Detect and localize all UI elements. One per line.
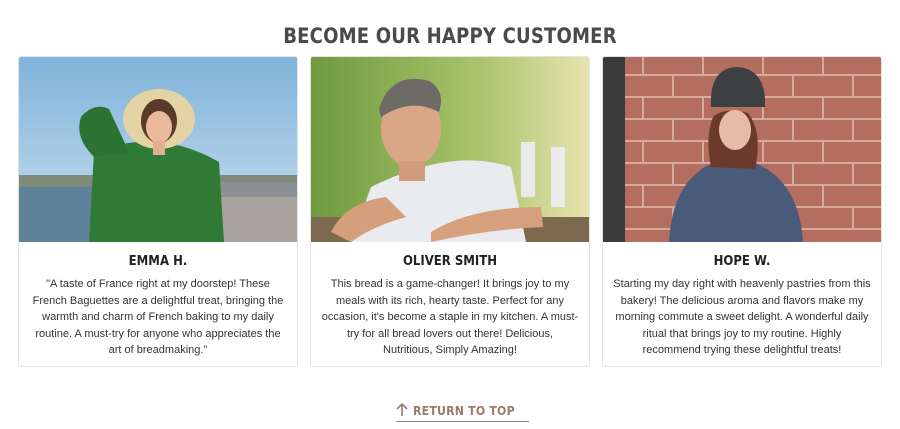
section-title: BECOME OUR HAPPY CUSTOMER <box>283 24 617 48</box>
woman-with-beanie-photo-icon <box>603 57 881 242</box>
testimonial-quote: This bread is a game-changer! It brings … <box>321 278 579 357</box>
customer-name: EMMA H. <box>128 254 188 269</box>
testimonial-card: HOPE W. Starting my day right with heave… <box>602 56 882 367</box>
return-to-top-label: RETURN TO TOP <box>413 402 515 418</box>
smiling-man-photo-icon <box>311 57 589 242</box>
customer-photo <box>311 57 589 242</box>
return-to-top-link[interactable]: RETURN TO TOP <box>396 401 529 422</box>
testimonial-card: EMMA H. "A taste of France right at my d… <box>18 56 298 367</box>
woman-with-hat-photo-icon <box>19 57 297 242</box>
customer-photo <box>603 57 881 242</box>
customer-name: HOPE W. <box>713 254 771 269</box>
testimonial-quote: Starting my day right with heavenly past… <box>613 278 871 357</box>
testimonials-list: EMMA H. "A taste of France right at my d… <box>18 56 882 368</box>
testimonial-quote: "A taste of France right at my doorstep!… <box>32 278 284 357</box>
testimonial-card: OLIVER SMITH This bread is a game-change… <box>310 56 590 367</box>
customer-photo <box>19 57 297 242</box>
customer-name: OLIVER SMITH <box>402 254 498 269</box>
arrow-up-icon <box>396 403 408 416</box>
